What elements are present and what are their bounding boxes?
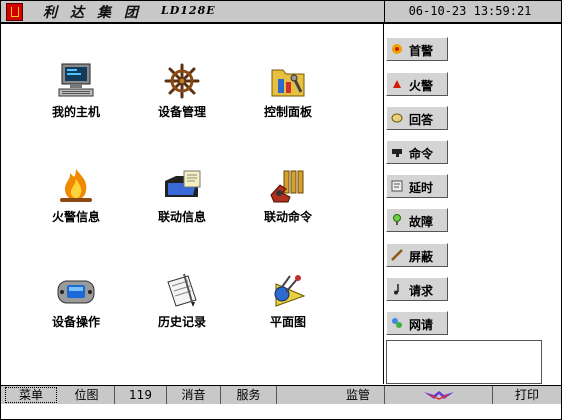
print-button[interactable]: 打印 [493,386,561,404]
linkage-folder-icon [165,170,201,197]
tile-label: 火警信息 [51,210,100,224]
network-request-label: 网请 [409,318,434,332]
answer-icon [391,113,403,123]
tile-label: 联动信息 [157,210,206,224]
first-alarm-label: 首警 [409,44,434,58]
command-label: 命令 [409,147,434,161]
tile-my-host[interactable]: 我的主机 [26,62,126,120]
delay-icon [391,180,403,192]
model-name: LD128E [161,4,216,17]
first-alarm-button[interactable]: 首警 [386,37,448,61]
tile-floor-plan[interactable]: 平面图 [238,272,338,330]
answer-label: 回答 [409,113,434,127]
history-pen-icon [167,273,197,307]
tile-label: 设备操作 [51,315,100,329]
request-icon [394,284,399,295]
tile-linkage-command[interactable]: 联动命令 [238,167,338,225]
bottom-strip [1,404,561,418]
fire-alarm-label: 火警 [409,79,434,93]
computer-icon [58,63,94,97]
fire-icon [60,169,92,202]
delay-button[interactable]: 延时 [386,174,448,198]
company-logo [6,3,23,21]
status-indicator [385,386,493,404]
control-panel-folder-icon [271,69,305,97]
service-button[interactable]: 服务 [221,386,277,404]
menu-button[interactable]: 菜单 [5,387,57,403]
fire-alarm-icon [393,80,401,88]
tile-label: 平面图 [269,315,306,329]
tile-label: 控制面板 [263,105,312,119]
shield-icon [391,249,403,261]
title-bar: 利 达 集 团 LD128E 06-10-23 13:59:21 [1,1,561,24]
gamepad-icon [57,280,95,304]
fault-button[interactable]: 故障 [386,208,448,232]
shield-button[interactable]: 屏蔽 [386,243,448,267]
floor-plan-icon [274,275,306,307]
network-request-button[interactable]: 网请 [386,311,448,335]
shield-label: 屏蔽 [409,250,434,264]
fault-label: 故障 [409,215,434,229]
mute-button[interactable]: 消音 [167,386,221,404]
brand-char-2: 达 [70,5,84,21]
datetime-display: 06-10-23 13:59:21 [408,4,532,18]
network-request-icon [392,318,402,328]
fault-icon [393,214,401,225]
bottom-toolbar: 菜单 位图 119 消音 服务 监管 打印 [1,385,561,404]
supervision-button[interactable]: 监管 [277,386,385,404]
info-box [386,340,542,384]
brand-char-1: 利 [43,5,57,21]
tile-device-management[interactable]: 设备管理 [132,62,232,120]
brand-char-4: 团 [124,5,138,21]
bitmap-button[interactable]: 位图 [59,386,115,404]
answer-button[interactable]: 回答 [386,106,448,130]
first-alarm-icon [392,44,402,54]
command-icon [392,149,402,157]
main-desktop: 我的主机 设备管理 控制面板 火警信息 联动信息 联动命令 设备操作 历史记录 … [1,24,383,384]
status-wave-icon [423,391,454,400]
tile-label: 设备管理 [157,105,206,119]
brand-char-3: 集 [97,5,111,21]
fire-alarm-button[interactable]: 火警 [386,72,448,96]
tile-history[interactable]: 历史记录 [132,272,232,330]
tile-fire-info[interactable]: 火警信息 [26,167,126,225]
tile-label: 联动命令 [263,210,312,224]
ship-wheel-icon [164,63,200,99]
tile-control-panel[interactable]: 控制面板 [238,62,338,120]
tile-label: 我的主机 [51,105,100,119]
command-button[interactable]: 命令 [386,140,448,164]
request-label: 请求 [409,284,434,298]
request-button[interactable]: 请求 [386,277,448,301]
tile-label: 历史记录 [157,315,206,329]
fire-119-button[interactable]: 119 [115,386,167,404]
tile-device-operation[interactable]: 设备操作 [26,272,126,330]
side-panel: 首警 火警 回答 命令 延时 故障 屏蔽 请求 网请 [384,24,561,384]
linkage-command-icon [270,170,304,203]
delay-label: 延时 [409,181,434,195]
tile-linkage-info[interactable]: 联动信息 [132,167,232,225]
